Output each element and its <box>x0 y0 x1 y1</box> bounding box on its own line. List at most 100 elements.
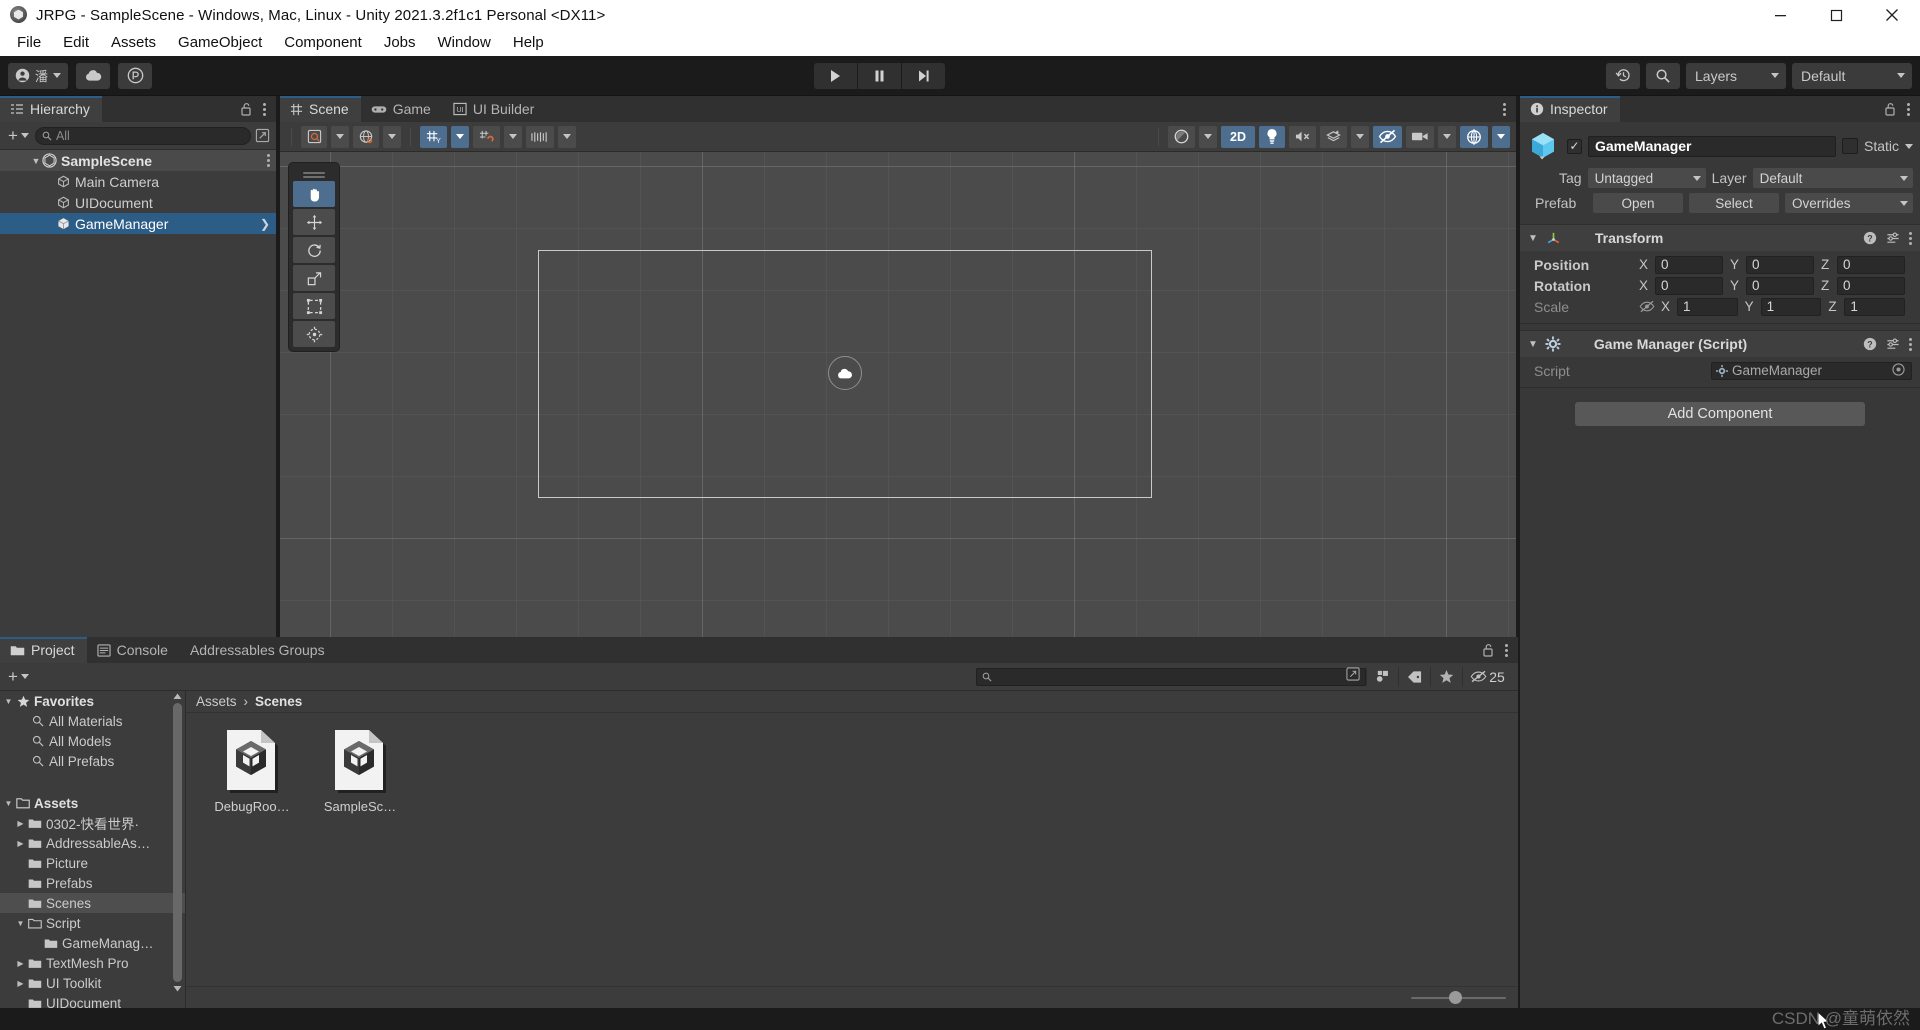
kebab-menu-icon[interactable] <box>1503 102 1506 116</box>
plastic-scm-button[interactable] <box>118 62 153 89</box>
move-tool-button[interactable] <box>293 209 335 235</box>
position-x-input[interactable]: 0 <box>1655 255 1723 274</box>
tab-console[interactable]: Console <box>87 637 180 663</box>
project-tree-item-picture[interactable]: Picture <box>0 853 185 873</box>
kebab-menu-icon[interactable] <box>263 102 266 116</box>
chevron-down-icon[interactable] <box>1905 143 1913 149</box>
step-button[interactable] <box>901 62 945 89</box>
hierarchy-item-uidocument[interactable]: UIDocument <box>0 192 276 213</box>
project-tree-item-prefabs[interactable]: Prefabs <box>0 873 185 893</box>
kebab-menu-icon[interactable] <box>1505 643 1508 657</box>
help-icon[interactable]: ? <box>1863 231 1877 245</box>
expand-triangle-icon[interactable]: ▼ <box>2 697 15 706</box>
static-checkbox[interactable] <box>1841 138 1858 154</box>
snap-increment-button[interactable] <box>526 125 554 148</box>
grid-magnet-button[interactable] <box>473 125 500 148</box>
toggle-hidden-objects-button[interactable] <box>1373 125 1402 148</box>
project-tree-item-script[interactable]: ▼ Script <box>0 913 185 933</box>
project-tree-item-uidocument[interactable]: UIDocument <box>0 993 185 1008</box>
layout-dropdown[interactable]: Default <box>1792 62 1912 89</box>
menu-component[interactable]: Component <box>273 31 373 55</box>
draw-mode-dropdown[interactable] <box>331 125 349 148</box>
object-picker-icon[interactable] <box>1892 362 1905 376</box>
menu-assets[interactable]: Assets <box>100 31 167 55</box>
expand-triangle-icon[interactable]: ▼ <box>1528 339 1538 350</box>
hand-tool-button[interactable] <box>293 181 335 207</box>
kebab-menu-icon[interactable] <box>1907 102 1910 116</box>
prefab-open-button[interactable]: Open <box>1593 193 1683 213</box>
palette-drag-handle[interactable] <box>293 167 335 179</box>
tab-scene[interactable]: Scene <box>280 96 361 122</box>
menu-jobs[interactable]: Jobs <box>373 31 427 55</box>
menu-help[interactable]: Help <box>502 31 555 55</box>
lock-open-icon[interactable] <box>1884 102 1897 116</box>
scene-globe-button[interactable] <box>353 125 379 148</box>
scale-tool-button[interactable] <box>293 265 335 291</box>
scene-fx-button[interactable] <box>1168 125 1195 148</box>
layer-dropdown[interactable]: Default <box>1752 168 1913 188</box>
preset-icon[interactable] <box>1886 231 1900 245</box>
project-tree-scrollbar[interactable] <box>172 693 183 992</box>
tab-hierarchy[interactable]: Hierarchy <box>0 96 102 122</box>
camera-settings-button[interactable] <box>1406 125 1434 148</box>
project-search-input[interactable] <box>976 667 1366 686</box>
filter-by-label-button[interactable] <box>1398 666 1430 687</box>
position-y-input[interactable]: 0 <box>1746 255 1814 274</box>
layers-dropdown[interactable]: Layers <box>1686 62 1786 89</box>
scene-fx-dropdown[interactable] <box>1199 125 1217 148</box>
search-button[interactable] <box>1646 62 1680 89</box>
hierarchy-search-input[interactable]: All <box>34 126 251 145</box>
rotation-x-input[interactable]: 0 <box>1655 276 1723 295</box>
grid-magnet-dropdown[interactable] <box>504 125 522 148</box>
toggle-lighting-button[interactable] <box>1259 125 1285 148</box>
project-tree-item-all-models[interactable]: All Models <box>0 731 185 751</box>
object-enabled-checkbox[interactable]: ✓ <box>1567 138 1582 154</box>
asset-item[interactable]: SampleSc… <box>312 727 408 814</box>
scrollbar-thumb[interactable] <box>173 703 182 982</box>
rotation-z-input[interactable]: 0 <box>1837 276 1905 295</box>
filter-by-type-button[interactable] <box>1366 666 1398 687</box>
gizmos-toggle-dropdown[interactable] <box>1492 125 1510 148</box>
gizmos-toggle-button[interactable] <box>1460 125 1488 148</box>
hierarchy-item-gamemanager[interactable]: GameManager ❯ <box>0 213 276 234</box>
tab-project[interactable]: Project <box>0 637 87 663</box>
minimize-button[interactable] <box>1752 0 1808 30</box>
cloud-button[interactable] <box>76 62 111 89</box>
project-tree-item-assets[interactable]: ▼ Assets <box>0 793 185 813</box>
rotate-tool-button[interactable] <box>293 237 335 263</box>
hierarchy-item-samplescene[interactable]: ▼ SampleScene <box>0 150 276 171</box>
maximize-button[interactable] <box>1808 0 1864 30</box>
hidden-packages-count[interactable]: 25 <box>1462 666 1512 687</box>
scale-x-input[interactable]: 1 <box>1677 297 1738 316</box>
slider-knob[interactable] <box>1449 991 1462 1004</box>
expand-search-icon[interactable] <box>255 128 270 143</box>
menu-window[interactable]: Window <box>427 31 502 55</box>
toggle-audio-button[interactable] <box>1289 125 1316 148</box>
script-object-field[interactable]: GameManager <box>1711 361 1912 380</box>
expand-triangle-icon[interactable]: ▶ <box>14 819 27 828</box>
hierarchy-item-main-camera[interactable]: Main Camera <box>0 171 276 192</box>
favorite-star-button[interactable] <box>1430 666 1462 687</box>
rect-tool-button[interactable] <box>293 293 335 319</box>
asset-item[interactable]: DebugRoo… <box>204 727 300 814</box>
project-tree-item-all-materials[interactable]: All Materials <box>0 711 185 731</box>
preset-icon[interactable] <box>1886 337 1900 351</box>
component-script-header[interactable]: ▼ Game Manager (Script) ? <box>1520 331 1920 357</box>
tab-ui-builder[interactable]: UI UI Builder <box>443 96 546 122</box>
help-icon[interactable]: ? <box>1863 337 1877 351</box>
kebab-menu-icon[interactable] <box>1909 337 1912 351</box>
expand-triangle-icon[interactable]: ▶ <box>14 839 27 848</box>
component-transform-header[interactable]: ▼ Transform ? <box>1520 225 1920 251</box>
expand-triangle-icon[interactable]: ▼ <box>2 799 15 808</box>
constrain-proportions-off-icon[interactable] <box>1639 300 1655 313</box>
canvas-pivot-icon[interactable] <box>828 356 862 390</box>
breadcrumb-assets[interactable]: Assets <box>196 694 237 709</box>
prefab-overrides-dropdown[interactable]: Overrides <box>1785 193 1913 213</box>
tab-inspector[interactable]: Inspector <box>1520 96 1620 122</box>
menu-edit[interactable]: Edit <box>52 31 100 55</box>
object-name-input[interactable]: GameManager <box>1588 135 1836 157</box>
project-tree-item-addressableassets[interactable]: ▶ AddressableAs… <box>0 833 185 853</box>
scene-effects-dropdown[interactable] <box>1351 125 1369 148</box>
lock-open-icon[interactable] <box>240 102 253 116</box>
account-button[interactable]: 潘 <box>8 62 69 89</box>
